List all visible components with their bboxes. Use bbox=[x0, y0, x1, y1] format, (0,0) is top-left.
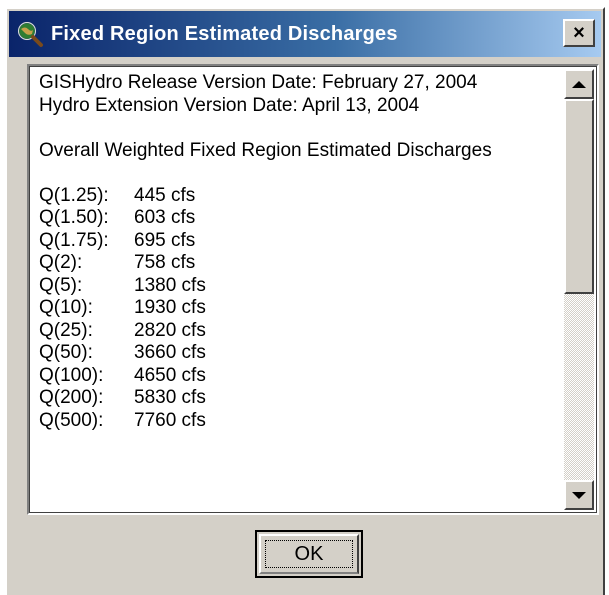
discharge-value: 7760 cfs bbox=[134, 409, 206, 431]
discharge-label: Q(25): bbox=[39, 319, 93, 341]
discharge-text-area[interactable]: GISHydro Release Version Date: February … bbox=[27, 64, 599, 515]
title-bar[interactable]: Fixed Region Estimated Discharges × bbox=[9, 11, 601, 57]
discharge-row: Q(5): 1380 cfs bbox=[39, 275, 559, 298]
globe-magnifier-icon bbox=[17, 21, 43, 47]
discharge-row: Q(25): 2820 cfs bbox=[39, 320, 559, 343]
discharge-label: Q(1.75): bbox=[39, 229, 109, 251]
discharge-row: Q(1.25): 445 cfs bbox=[39, 185, 559, 208]
discharge-label: Q(200): bbox=[39, 387, 104, 408]
close-button[interactable]: × bbox=[563, 19, 595, 47]
ok-button-label: OK bbox=[294, 542, 324, 565]
discharge-value: 5830 cfs bbox=[134, 387, 206, 408]
close-icon: × bbox=[573, 22, 585, 44]
discharge-label: Q(2): bbox=[39, 252, 83, 273]
scrollbar-thumb[interactable] bbox=[564, 99, 594, 294]
vertical-scrollbar[interactable] bbox=[564, 69, 594, 510]
discharge-value: 3660 cfs bbox=[134, 342, 206, 363]
discharge-row: Q(2): 758 cfs bbox=[39, 252, 559, 275]
extension-version-line: Hydro Extension Version Date: April 13, … bbox=[39, 94, 420, 116]
discharge-value: 1930 cfs bbox=[134, 297, 206, 318]
discharge-label: Q(100): bbox=[39, 364, 104, 386]
scroll-down-button[interactable] bbox=[564, 480, 594, 510]
discharge-row: Q(100): 4650 cfs bbox=[39, 365, 559, 388]
discharge-value: 695 cfs bbox=[134, 229, 196, 251]
discharge-label: Q(50): bbox=[39, 342, 93, 363]
arrow-up-icon bbox=[572, 80, 586, 88]
discharge-row: Q(200): 5830 cfs bbox=[39, 387, 559, 410]
discharges-heading: Overall Weighted Fixed Region Estimated … bbox=[39, 139, 492, 161]
discharge-value: 2820 cfs bbox=[134, 319, 206, 341]
discharge-row: Q(500): 7760 cfs bbox=[39, 410, 559, 433]
scroll-up-button[interactable] bbox=[564, 69, 594, 99]
arrow-down-icon bbox=[572, 491, 586, 499]
text-content: GISHydro Release Version Date: February … bbox=[39, 72, 559, 510]
discharge-value: 4650 cfs bbox=[134, 364, 206, 386]
discharge-value: 445 cfs bbox=[134, 184, 196, 206]
discharge-value: 1380 cfs bbox=[134, 274, 206, 296]
discharge-row: Q(10): 1930 cfs bbox=[39, 297, 559, 320]
release-version-line: GISHydro Release Version Date: February … bbox=[39, 72, 478, 93]
discharge-row: Q(1.75): 695 cfs bbox=[39, 230, 559, 253]
discharge-row: Q(50): 3660 cfs bbox=[39, 342, 559, 365]
discharge-label: Q(10): bbox=[39, 297, 93, 318]
discharge-value: 758 cfs bbox=[134, 252, 196, 273]
discharge-label: Q(500): bbox=[39, 409, 104, 431]
dialog-window: Fixed Region Estimated Discharges × GISH… bbox=[5, 7, 605, 595]
discharge-label: Q(1.25): bbox=[39, 184, 109, 206]
discharge-label: Q(5): bbox=[39, 274, 83, 296]
discharge-row: Q(1.50): 603 cfs bbox=[39, 207, 559, 230]
window-title: Fixed Region Estimated Discharges bbox=[51, 22, 398, 45]
discharge-label: Q(1.50): bbox=[39, 207, 109, 228]
discharge-value: 603 cfs bbox=[134, 207, 196, 228]
ok-button[interactable]: OK bbox=[255, 530, 363, 578]
